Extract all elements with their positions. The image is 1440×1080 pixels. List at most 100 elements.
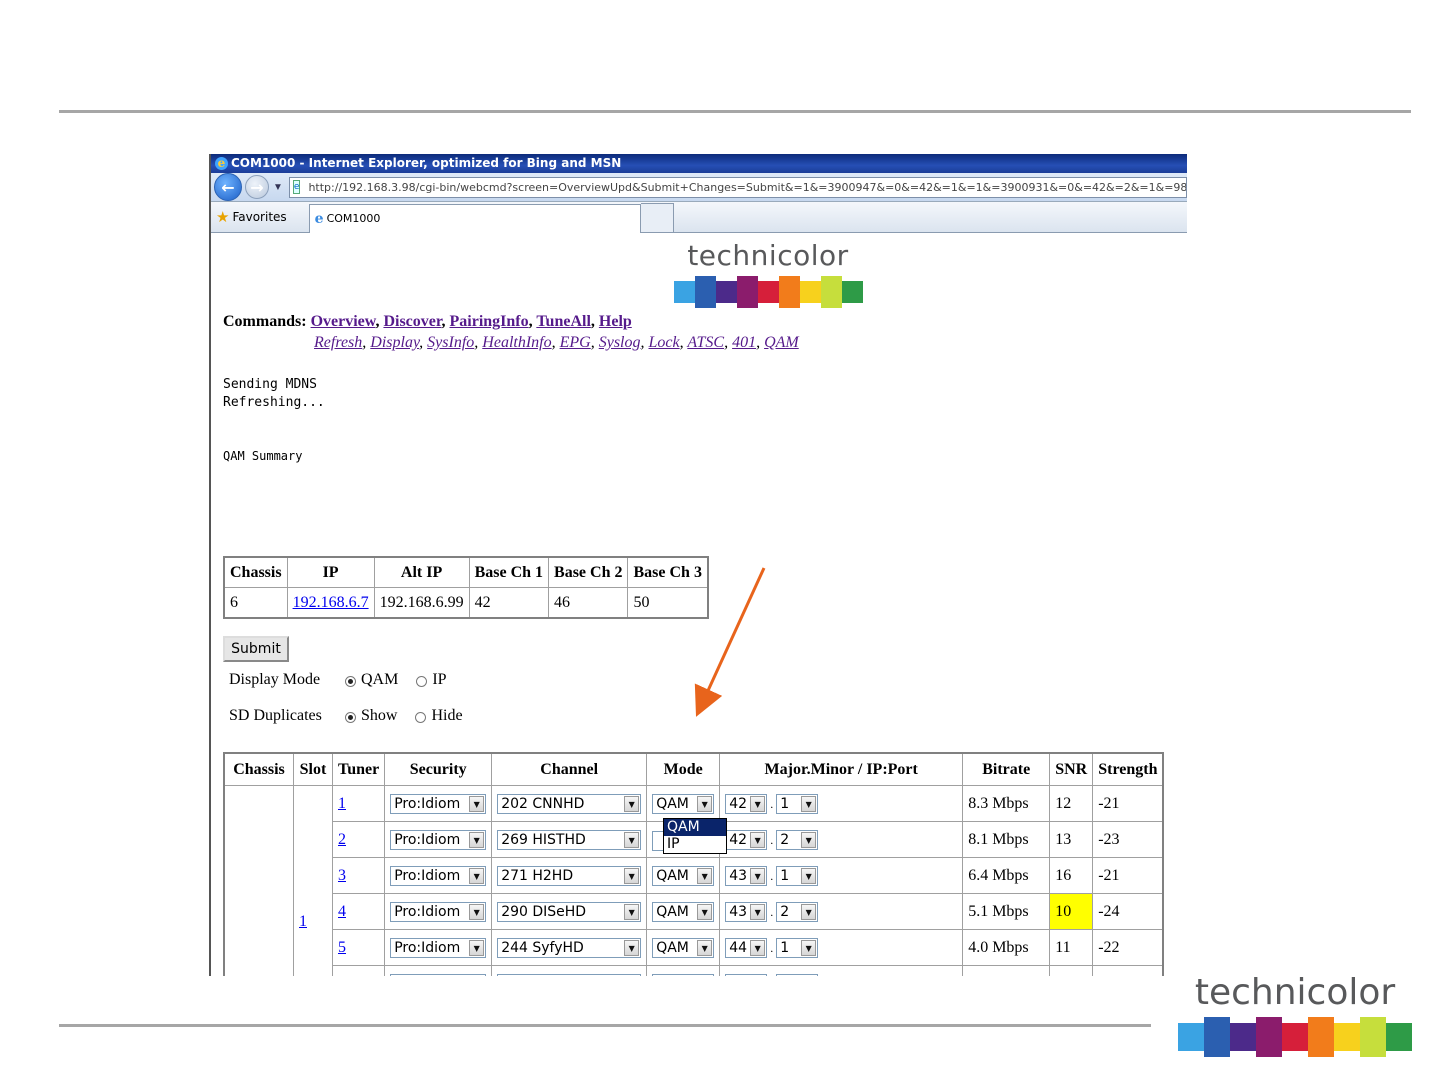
major-select[interactable]: 43 ▼	[725, 901, 768, 922]
channel-select[interactable]: 290 DISeHD ▼	[497, 901, 642, 922]
chevron-down-icon[interactable]: ▼	[697, 975, 713, 976]
mode-select[interactable]: QAM ▼	[652, 793, 715, 814]
chevron-down-icon[interactable]: ▼	[697, 867, 713, 884]
subcommand-link-atsc[interactable]: ATSC	[687, 334, 724, 351]
favorites-button[interactable]: Favorites	[232, 210, 286, 224]
forward-button[interactable]: →	[245, 175, 269, 199]
chevron-down-icon[interactable]: ▼	[697, 795, 713, 812]
major-select[interactable]: 42 ▼	[725, 829, 768, 850]
star-icon[interactable]: ★	[216, 208, 229, 226]
minor-select[interactable]: 1 ▼	[776, 865, 819, 886]
table-header-cell: Chassis	[223, 752, 294, 786]
chevron-down-icon[interactable]: ▼	[469, 975, 485, 976]
mode-select[interactable]: QAM ▼	[652, 973, 715, 976]
security-select[interactable]: Pro:Idiom ▼	[390, 973, 487, 976]
security-select[interactable]: Pro:Idiom ▼	[390, 901, 487, 922]
chevron-down-icon[interactable]: ▼	[469, 795, 485, 812]
major-select[interactable]: 44▼	[725, 937, 768, 958]
chevron-down-icon[interactable]: ▼	[801, 831, 817, 848]
command-link-help[interactable]: Help	[599, 313, 632, 330]
chevron-down-icon[interactable]: ▼	[801, 939, 817, 956]
mode-option-ip[interactable]: IP	[664, 836, 726, 853]
chevron-down-icon[interactable]: ▼	[750, 867, 766, 884]
subcommand-link-lock[interactable]: Lock	[649, 334, 680, 351]
back-button[interactable]: ←	[214, 173, 242, 201]
security-select[interactable]: Pro:Idiom ▼	[390, 937, 487, 958]
channel-select[interactable]: 271 H2HD ▼	[497, 865, 642, 886]
tuner-link[interactable]: 5	[338, 939, 346, 956]
display-mode-qam-radio[interactable]	[345, 675, 356, 687]
chevron-down-icon[interactable]: ▼	[469, 867, 485, 884]
subcommand-link-refresh[interactable]: Refresh	[314, 334, 362, 351]
chevron-down-icon[interactable]: ▼	[801, 867, 817, 884]
chevron-down-icon[interactable]: ▼	[469, 903, 485, 920]
chevron-down-icon[interactable]: ▼	[750, 831, 766, 848]
chevron-down-icon[interactable]: ▼	[697, 903, 713, 920]
chevron-down-icon[interactable]: ▼	[624, 903, 640, 920]
chevron-down-icon[interactable]: ▼	[624, 867, 640, 884]
major-select[interactable]: 43 ▼	[725, 865, 768, 886]
chevron-down-icon[interactable]: ▼	[801, 975, 817, 976]
mode-option-qam[interactable]: QAM	[664, 819, 726, 836]
qam-ip-link[interactable]: 192.168.6.7	[293, 594, 369, 611]
subcommand-link-epg[interactable]: EPG	[560, 334, 591, 351]
new-tab-button[interactable]	[640, 203, 674, 233]
chevron-down-icon[interactable]: ▼	[801, 903, 817, 920]
slot-link[interactable]: 1	[299, 913, 307, 930]
security-select[interactable]: Pro:Idiom ▼	[390, 793, 487, 814]
chevron-down-icon[interactable]: ▼	[469, 939, 485, 956]
tuner-link[interactable]: 4	[338, 903, 346, 920]
subcommand-link-healthinfo[interactable]: HealthInfo	[482, 334, 551, 351]
chevron-down-icon[interactable]: ▼	[750, 795, 766, 812]
major-select[interactable]: 42 ▼	[725, 793, 768, 814]
minor-select[interactable]: 2▼	[776, 901, 819, 922]
chevron-down-icon[interactable]: ▼	[624, 975, 640, 976]
url-field[interactable]: e http://192.168.3.98/cgi-bin/webcmd?scr…	[288, 176, 1187, 198]
chevron-down-icon[interactable]: ▼	[624, 939, 640, 956]
tab-title: COM1000	[326, 212, 381, 225]
command-link-tuneall[interactable]: TuneAll	[536, 313, 591, 330]
major-select[interactable]: 44▼	[725, 973, 768, 976]
chevron-down-icon[interactable]: ▼	[750, 975, 766, 976]
history-dropdown-icon[interactable]: ▼	[273, 182, 283, 193]
command-link-overview[interactable]: Overview	[311, 313, 376, 330]
display-mode-ip-radio[interactable]	[416, 675, 428, 687]
channel-select[interactable]: 244 SyfyHD ▼	[497, 937, 642, 958]
subcommand-link-syslog[interactable]: Syslog	[599, 334, 641, 351]
browser-tab[interactable]: e COM1000	[308, 203, 641, 233]
subcommand-link-qam[interactable]: QAM	[764, 334, 799, 351]
mode-select[interactable]: QAM ▼	[652, 901, 715, 922]
subcommand-link-401[interactable]: 401	[732, 334, 756, 351]
sd-hide-radio[interactable]	[415, 711, 427, 723]
command-link-discover[interactable]: Discover	[383, 313, 441, 330]
security-select[interactable]: Pro:Idiom ▼	[390, 829, 487, 850]
submit-button[interactable]: Submit	[223, 636, 289, 662]
minor-select[interactable]: 1 ▼	[776, 793, 819, 814]
mode-select[interactable]: QAM ▼	[652, 937, 715, 958]
chevron-down-icon[interactable]: ▼	[624, 831, 640, 848]
sd-show-radio[interactable]	[345, 711, 356, 723]
chevron-down-icon[interactable]: ▼	[469, 831, 485, 848]
tuner-link[interactable]: 2	[338, 831, 346, 848]
chevron-down-icon[interactable]: ▼	[750, 903, 766, 920]
display-mode-qam-label: QAM	[361, 671, 399, 688]
tuner-link[interactable]: 1	[338, 795, 346, 812]
command-link-pairinginfo[interactable]: PairingInfo	[450, 313, 529, 330]
minor-select[interactable]: 1 ▼	[776, 937, 819, 958]
security-select[interactable]: Pro:Idiom ▼	[390, 865, 487, 886]
mode-select[interactable]: QAM ▼	[652, 865, 715, 886]
chevron-down-icon[interactable]: ▼	[750, 939, 766, 956]
minor-select[interactable]: 2▼	[776, 973, 819, 976]
channel-select[interactable]: 202 CNNHD ▼	[497, 793, 642, 814]
chevron-down-icon[interactable]: ▼	[624, 795, 640, 812]
subcommand-link-display[interactable]: Display	[370, 334, 419, 351]
chevron-down-icon[interactable]: ▼	[801, 795, 817, 812]
subcommand-link-sysinfo[interactable]: SysInfo	[427, 334, 474, 351]
chevron-down-icon[interactable]: ▼	[697, 939, 713, 956]
channel-select[interactable]: 283 NGWHD ▼	[497, 973, 642, 976]
tuner-link[interactable]: 6	[338, 975, 346, 977]
minor-select[interactable]: 2▼	[776, 829, 819, 850]
channel-select[interactable]: 269 HISTHD ▼	[497, 829, 642, 850]
log-line-2: Refreshing...	[223, 395, 325, 410]
tuner-link[interactable]: 3	[338, 867, 346, 884]
